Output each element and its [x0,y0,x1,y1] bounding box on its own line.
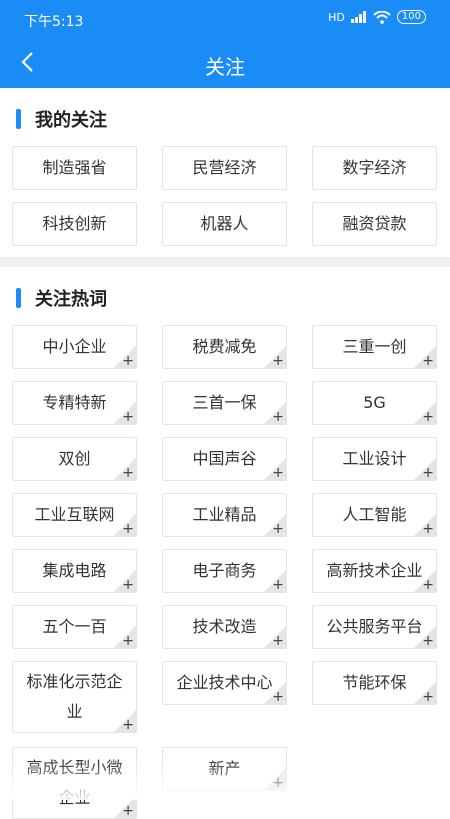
wifi-icon [373,10,391,24]
section-divider [0,257,450,267]
section-hot-words: 关注热词 [16,285,107,311]
tag-item[interactable]: 技术改造 + [162,605,287,649]
tag-label: 专精特新 [42,393,107,412]
page-title: 关注 [205,55,245,79]
section-hot-words-title: 关注热词 [35,289,107,310]
signal-bars-icon [350,11,366,23]
nav-bar: 关注 [0,38,450,88]
add-icon[interactable]: + [114,458,136,480]
add-icon[interactable]: + [264,402,286,424]
tag-item[interactable]: 中小企业 + [12,325,137,369]
add-icon[interactable]: + [414,458,436,480]
tag-item[interactable]: 五个一百 + [12,605,137,649]
tag-label: 节能环保 [342,673,407,692]
tag-item[interactable]: 科技创新 [12,202,137,246]
section-my-follow: 我的关注 [16,106,107,132]
tag-label: 民营经济 [192,158,257,177]
tag-label: 制造强省 [42,158,107,177]
add-icon[interactable]: + [114,346,136,368]
tag-item[interactable]: 融资贷款 [312,202,437,246]
tag-item[interactable]: 数字经济 [312,146,437,190]
tag-label: 集成电路 [42,561,107,580]
tag-item[interactable]: 工业设计 + [312,437,437,481]
tag-label: 融资贷款 [342,214,407,233]
status-time: 下午5:13 [24,14,84,30]
tag-item[interactable]: 中国声谷 + [162,437,287,481]
section-accent-bar [16,109,21,129]
tag-item[interactable]: 三重一创 + [312,325,437,369]
add-icon[interactable]: + [264,682,286,704]
tag-item[interactable]: 集成电路 + [12,549,137,593]
add-icon[interactable]: + [414,682,436,704]
tag-label: 工业设计 [342,449,407,468]
tag-item[interactable]: 标准化示范企业 + [12,661,137,733]
add-icon[interactable]: + [114,570,136,592]
tag-label: 工业互联网 [34,505,115,524]
tag-label: 中小企业 [42,337,107,356]
add-icon[interactable]: + [264,514,286,536]
tag-label: 税费减免 [192,337,257,356]
tag-label: 人工智能 [342,505,407,524]
add-icon[interactable]: + [264,626,286,648]
tag-item[interactable]: 人工智能 + [312,493,437,537]
tag-label: 工业精品 [192,505,257,524]
signal-icon: HD [328,10,345,24]
add-icon[interactable]: + [414,402,436,424]
tag-item[interactable]: 制造强省 [12,146,137,190]
battery-icon: 100 [396,10,426,24]
tag-item[interactable]: 高新技术企业 + [312,549,437,593]
add-icon[interactable]: + [114,402,136,424]
add-icon[interactable]: + [264,346,286,368]
tag-label: 企业技术中心 [176,673,273,692]
status-bar: 下午5:13 HD 100 [0,0,450,38]
tag-label: 公共服务平台 [326,617,423,636]
tag-label: 科技创新 [42,214,107,233]
tag-label: 技术改造 [192,617,257,636]
section-accent-bar [16,288,21,308]
tag-label: 中国声谷 [192,449,257,468]
add-icon[interactable]: + [114,626,136,648]
tag-label: 电子商务 [192,561,257,580]
tag-label: 高新技术企业 [326,561,423,580]
tag-item[interactable]: 双创 + [12,437,137,481]
section-my-follow-title: 我的关注 [35,110,107,131]
tag-item[interactable]: 民营经济 [162,146,287,190]
tag-item[interactable]: 三首一保 + [162,381,287,425]
add-icon[interactable]: + [264,570,286,592]
tag-label: 五个一百 [42,617,107,636]
add-icon[interactable]: + [414,570,436,592]
tag-label: 数字经济 [342,158,407,177]
tag-item[interactable]: 节能环保 + [312,661,437,705]
tag-item[interactable]: 公共服务平台 + [312,605,437,649]
tag-label: 三首一保 [192,393,257,412]
tag-label: 三重一创 [342,337,407,356]
tag-item[interactable]: 5G + [312,381,437,425]
add-icon[interactable]: + [114,710,136,732]
tag-label: 双创 [58,449,91,468]
tag-item[interactable]: 企业技术中心 + [162,661,287,705]
add-icon[interactable]: + [114,514,136,536]
tag-item[interactable]: 税费减免 + [162,325,287,369]
tag-label: 机器人 [200,214,249,233]
status-icons: HD 100 [328,10,426,24]
add-icon[interactable]: + [264,458,286,480]
add-icon[interactable]: + [414,626,436,648]
tag-item[interactable]: 工业精品 + [162,493,287,537]
tag-item[interactable]: 机器人 [162,202,287,246]
tag-item[interactable]: 工业互联网 + [12,493,137,537]
bottom-fade [0,760,450,800]
tag-item[interactable]: 电子商务 + [162,549,287,593]
add-icon[interactable]: + [414,514,436,536]
add-icon[interactable]: + [414,346,436,368]
tag-label: 5G [363,393,386,412]
tag-item[interactable]: 专精特新 + [12,381,137,425]
